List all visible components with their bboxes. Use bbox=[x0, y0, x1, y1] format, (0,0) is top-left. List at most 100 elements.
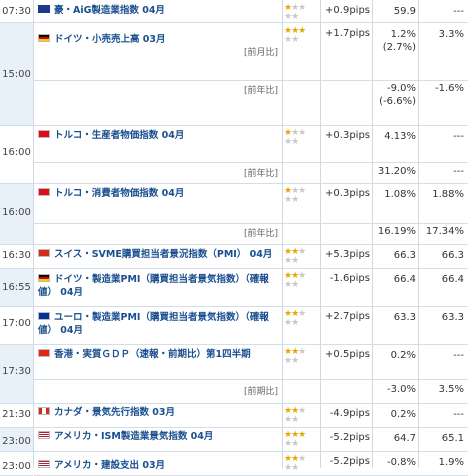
actual-value: 66.3 bbox=[393, 250, 416, 261]
importance-stars: ★★★ ★★ bbox=[284, 129, 318, 147]
pips-change: +0.9pips bbox=[325, 5, 370, 16]
event-name[interactable]: アメリカ・建設支出 03月 bbox=[38, 459, 278, 472]
event-name[interactable]: スイス・SVME購買担当者景況指数（PMI） 04月 bbox=[38, 248, 278, 261]
event-name-text: カナダ・景気先行指数 03月 bbox=[54, 407, 176, 418]
event-name[interactable]: カナダ・景気先行指数 03月 bbox=[38, 406, 278, 419]
star-icon: ★ bbox=[298, 454, 306, 464]
time-divider bbox=[0, 344, 33, 345]
star-icon: ★ bbox=[298, 271, 306, 281]
row-divider bbox=[34, 223, 468, 224]
row-divider bbox=[34, 268, 468, 269]
event-name-text: アメリカ・ISM製造業景気指数 04月 bbox=[54, 431, 214, 442]
pips-change: -5.2pips bbox=[329, 456, 370, 467]
country-flag-icon bbox=[38, 188, 50, 196]
pips-change: -5.2pips bbox=[329, 432, 370, 443]
importance-stars: ★★★ ★★ bbox=[284, 431, 318, 449]
time-divider bbox=[0, 451, 33, 452]
event-name[interactable]: トルコ・生産者物価指数 04月 bbox=[38, 129, 278, 142]
event-name[interactable]: ユーロ・製造業PMI（購買担当者景気指数）（確報値） 04月 bbox=[38, 311, 278, 337]
event-name[interactable]: ドイツ・製造業PMI（購買担当者景気指数）（確報値） 04月 bbox=[38, 273, 278, 299]
time-divider bbox=[0, 306, 33, 307]
event-time: 17:00 bbox=[2, 318, 31, 329]
previous-value: 3.5% bbox=[438, 384, 464, 395]
time-divider bbox=[0, 427, 33, 428]
previous-value: 1.88% bbox=[432, 189, 464, 200]
importance-stars: ★★★ ★★ bbox=[284, 27, 318, 45]
actual-value: 64.7 bbox=[393, 433, 416, 444]
row-divider bbox=[34, 379, 468, 380]
comparison-label: [前月比] bbox=[243, 48, 278, 58]
column-divider bbox=[320, 0, 321, 468]
column-divider bbox=[418, 0, 419, 468]
star-icon: ★ bbox=[291, 195, 299, 205]
pips-change: +0.3pips bbox=[325, 188, 370, 199]
comparison-label: [前年比] bbox=[243, 229, 278, 239]
importance-stars: ★★★ ★★ bbox=[284, 248, 318, 266]
star-icon: ★ bbox=[291, 318, 299, 328]
event-name[interactable]: 豪・AiG製造業指数 04月 bbox=[38, 4, 278, 17]
row-divider bbox=[34, 80, 468, 81]
event-name[interactable]: トルコ・消費者物価指数 04月 bbox=[38, 187, 278, 200]
importance-stars: ★★★ ★★ bbox=[284, 455, 318, 473]
time-divider bbox=[0, 403, 33, 404]
actual-value: 59.9 bbox=[393, 6, 416, 17]
column-divider bbox=[372, 0, 373, 468]
pips-change: -1.6pips bbox=[329, 273, 370, 284]
row-divider bbox=[34, 451, 468, 452]
actual-value: 4.13% bbox=[384, 131, 416, 142]
pips-change: +5.3pips bbox=[325, 249, 370, 260]
star-icon: ★ bbox=[291, 12, 299, 22]
pips-change: +2.7pips bbox=[325, 311, 370, 322]
previous-value: 66.3 bbox=[441, 250, 464, 261]
country-flag-icon bbox=[38, 431, 50, 439]
previous-value: 1.9% bbox=[438, 457, 464, 468]
event-name-text: ユーロ・製造業PMI（購買担当者景気指数）（確報値） 04月 bbox=[38, 312, 269, 336]
time-divider bbox=[0, 125, 33, 126]
row-divider bbox=[34, 244, 468, 245]
previous-value: 66.4 bbox=[441, 274, 464, 285]
event-name-text: 豪・AiG製造業指数 04月 bbox=[54, 5, 165, 16]
previous-value: -1.6% bbox=[434, 83, 464, 94]
event-name[interactable]: 香港・実質ＧＤＰ（速報・前期比）第1四半期 bbox=[38, 348, 278, 361]
previous-value: 63.3 bbox=[441, 312, 464, 323]
pips-change: +0.5pips bbox=[325, 349, 370, 360]
previous-value: --- bbox=[453, 166, 464, 177]
star-icon: ★ bbox=[298, 406, 306, 416]
star-icon: ★ bbox=[298, 309, 306, 319]
row-divider bbox=[34, 22, 468, 23]
event-name-text: トルコ・生産者物価指数 04月 bbox=[54, 130, 185, 141]
previous-value: 3.3% bbox=[438, 29, 464, 40]
actual-value: 63.3 bbox=[393, 312, 416, 323]
event-name-text: アメリカ・建設支出 03月 bbox=[54, 460, 166, 471]
event-time: 21:30 bbox=[2, 409, 31, 420]
pips-change: -4.9pips bbox=[329, 408, 370, 419]
star-icon: ★ bbox=[298, 186, 306, 196]
row-divider bbox=[34, 162, 468, 163]
event-name[interactable]: ドイツ・小売売上高 03月 bbox=[38, 33, 278, 46]
importance-stars: ★★★ ★★ bbox=[284, 310, 318, 328]
star-icon: ★ bbox=[291, 356, 299, 366]
importance-stars: ★★★ ★★ bbox=[284, 272, 318, 290]
previous-value: --- bbox=[453, 409, 464, 420]
actual-value: 1.08% bbox=[384, 189, 416, 200]
event-name-text: 香港・実質ＧＤＰ（速報・前期比）第1四半期 bbox=[54, 349, 251, 360]
star-icon: ★ bbox=[291, 35, 299, 45]
actual-value: 0.2% bbox=[390, 409, 416, 420]
previous-value: --- bbox=[453, 350, 464, 361]
event-name[interactable]: アメリカ・ISM製造業景気指数 04月 bbox=[38, 430, 278, 443]
event-time: 16:55 bbox=[2, 282, 31, 293]
star-icon: ★ bbox=[291, 256, 299, 266]
actual-value: -0.8% bbox=[386, 457, 416, 468]
event-time: 15:00 bbox=[2, 69, 31, 80]
country-flag-icon bbox=[38, 130, 50, 138]
star-icon: ★ bbox=[298, 128, 306, 138]
time-divider bbox=[0, 244, 33, 245]
row-divider bbox=[34, 427, 468, 428]
event-time: 23:00 bbox=[2, 461, 31, 472]
event-time: 16:00 bbox=[2, 207, 31, 218]
actual-value: 1.2% (2.7%) bbox=[382, 29, 416, 53]
event-name-text: トルコ・消費者物価指数 04月 bbox=[54, 188, 185, 199]
event-time: 23:00 bbox=[2, 436, 31, 447]
comparison-label: [前年比] bbox=[243, 169, 278, 179]
star-icon: ★ bbox=[291, 415, 299, 425]
